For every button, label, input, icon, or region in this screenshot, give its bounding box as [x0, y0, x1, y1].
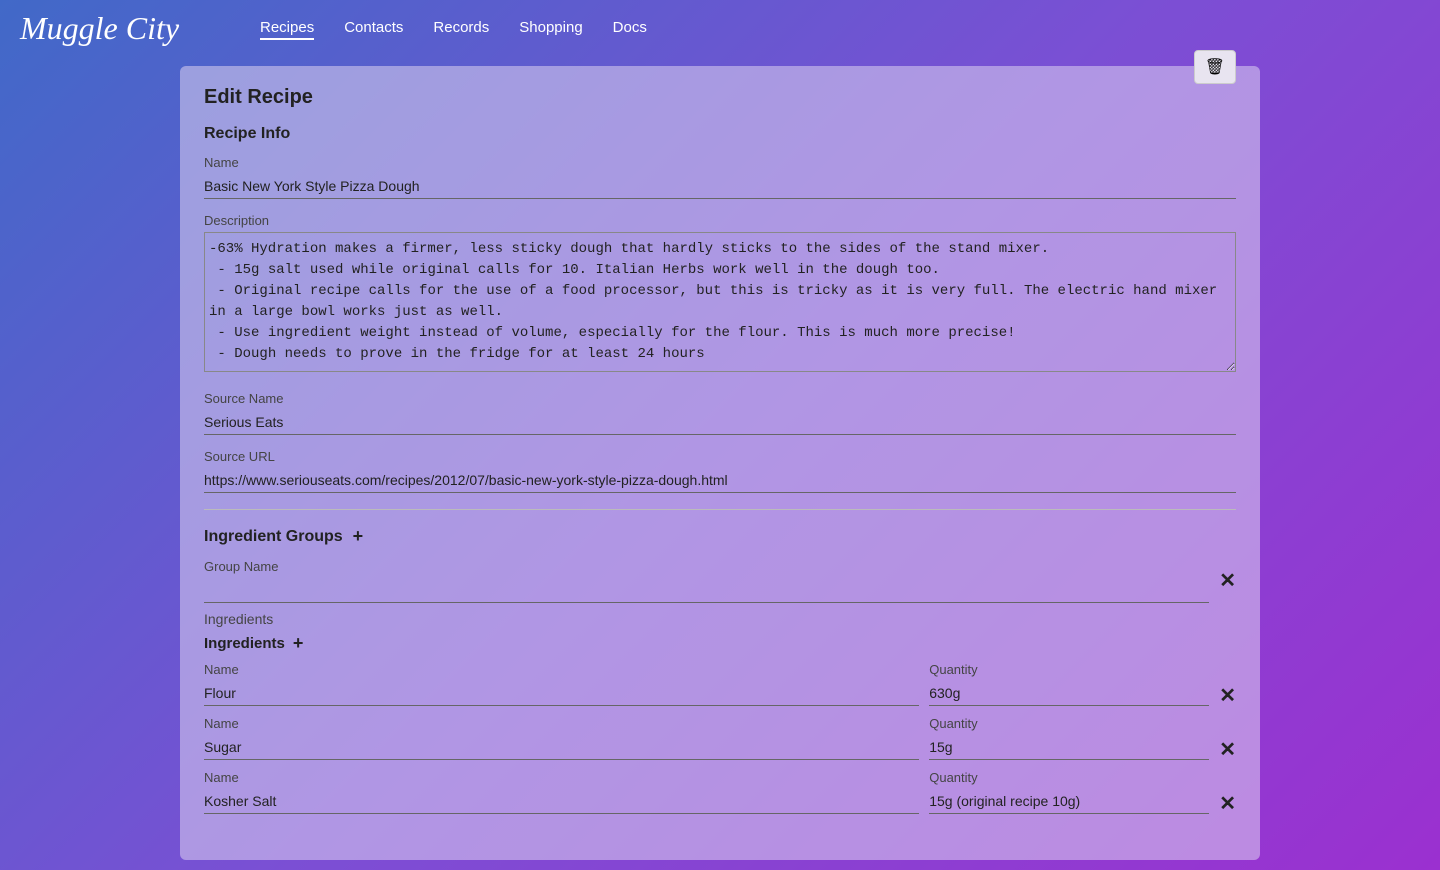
remove-ingredient-button-1[interactable]: ✕: [1219, 740, 1236, 760]
ingredient-name-label-1: Name: [204, 716, 919, 731]
ingredient-row: Name Quantity ✕: [204, 770, 1236, 814]
navbar: Muggle City Recipes Contacts Records Sho…: [0, 0, 1440, 56]
ingredient-fields-0: Name Quantity ✕: [204, 662, 1236, 706]
nav-link-recipes[interactable]: Recipes: [260, 19, 314, 40]
source-name-label: Source Name: [204, 391, 1236, 406]
delete-recipe-button[interactable]: 🗑: [1194, 50, 1236, 84]
ingredient-name-group-0: Name: [204, 662, 919, 706]
ingredient-groups-header: Ingredient Groups +: [204, 526, 1236, 547]
ingredient-name-group-2: Name: [204, 770, 919, 814]
name-label: Name: [204, 155, 1236, 170]
ingredient-qty-label-2: Quantity: [929, 770, 1209, 785]
page-title: Edit Recipe: [204, 86, 313, 109]
description-field-group: Description: [204, 213, 1236, 377]
ingredient-qty-input-1[interactable]: [929, 735, 1209, 760]
ingredient-row: Name Quantity ✕: [204, 662, 1236, 706]
nav-item-records[interactable]: Records: [433, 19, 489, 37]
nav-item-contacts[interactable]: Contacts: [344, 19, 403, 37]
main-content: Edit Recipe 🗑 Recipe Info Name Descripti…: [180, 66, 1260, 860]
nav-item-docs[interactable]: Docs: [613, 19, 647, 37]
ingredient-qty-group-1: Quantity: [929, 716, 1209, 760]
source-url-label: Source URL: [204, 449, 1236, 464]
add-group-button[interactable]: +: [351, 526, 366, 547]
nav-item-recipes[interactable]: Recipes: [260, 19, 314, 37]
name-field-group: Name: [204, 155, 1236, 199]
ingredients-subheader: Ingredients +: [204, 633, 1236, 654]
ingredient-name-input-0[interactable]: [204, 681, 919, 706]
ingredients-subheader-label: Ingredients: [204, 635, 285, 652]
ingredient-fields-2: Name Quantity ✕: [204, 770, 1236, 814]
remove-group-button[interactable]: ✕: [1219, 571, 1236, 591]
page-header: Edit Recipe 🗑: [204, 86, 1236, 125]
ingredient-name-label-0: Name: [204, 662, 919, 677]
group-name-field: Group Name: [204, 559, 1209, 603]
ingredient-name-label-2: Name: [204, 770, 919, 785]
ingredient-qty-label-1: Quantity: [929, 716, 1209, 731]
ingredient-row: Name Quantity ✕: [204, 716, 1236, 760]
source-name-field-group: Source Name: [204, 391, 1236, 435]
nav-link-shopping[interactable]: Shopping: [519, 19, 582, 36]
source-url-input[interactable]: [204, 468, 1236, 493]
ingredient-qty-input-0[interactable]: [929, 681, 1209, 706]
nav-link-docs[interactable]: Docs: [613, 19, 647, 36]
description-textarea[interactable]: [204, 232, 1236, 372]
remove-ingredient-button-2[interactable]: ✕: [1219, 794, 1236, 814]
ingredient-rows-container: Name Quantity ✕ Name Quantity ✕ Name: [204, 662, 1236, 814]
group-name-input[interactable]: [204, 578, 1209, 603]
ingredient-qty-group-0: Quantity: [929, 662, 1209, 706]
name-input[interactable]: [204, 174, 1236, 199]
ingredient-qty-label-0: Quantity: [929, 662, 1209, 677]
ingredient-group: Group Name ✕ Ingredients Ingredients + N…: [204, 559, 1236, 814]
ingredient-name-input-2[interactable]: [204, 789, 919, 814]
nav-item-shopping[interactable]: Shopping: [519, 19, 582, 37]
ingredient-name-input-1[interactable]: [204, 735, 919, 760]
nav-link-contacts[interactable]: Contacts: [344, 19, 403, 36]
ingredient-qty-input-2[interactable]: [929, 789, 1209, 814]
ingredients-label: Ingredients: [204, 611, 1236, 627]
source-url-field-group: Source URL: [204, 449, 1236, 493]
remove-ingredient-button-0[interactable]: ✕: [1219, 686, 1236, 706]
ingredient-groups-label: Ingredient Groups: [204, 528, 343, 546]
recipe-info-heading: Recipe Info: [204, 125, 1236, 143]
ingredient-name-group-1: Name: [204, 716, 919, 760]
nav-link-records[interactable]: Records: [433, 19, 489, 36]
section-divider: [204, 509, 1236, 510]
group-name-row: Group Name ✕: [204, 559, 1236, 603]
source-name-input[interactable]: [204, 410, 1236, 435]
add-ingredient-button[interactable]: +: [291, 633, 306, 654]
nav-links: Recipes Contacts Records Shopping Docs: [260, 19, 647, 37]
brand-logo: Muggle City: [20, 10, 220, 47]
ingredient-qty-group-2: Quantity: [929, 770, 1209, 814]
group-name-label: Group Name: [204, 559, 1209, 574]
description-label: Description: [204, 213, 1236, 228]
ingredient-fields-1: Name Quantity ✕: [204, 716, 1236, 760]
